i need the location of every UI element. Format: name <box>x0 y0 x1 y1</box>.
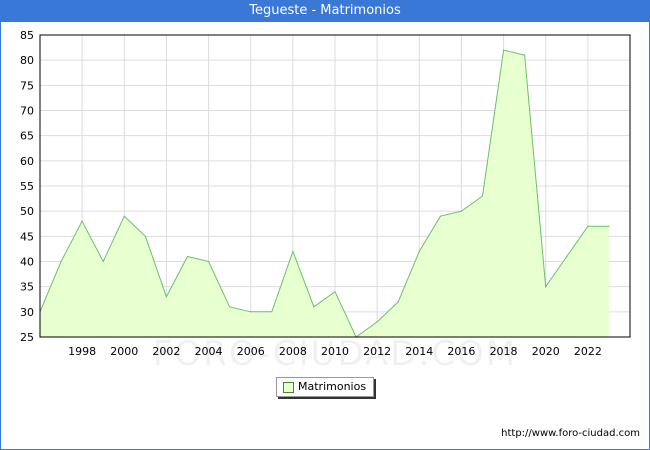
y-tick-label: 65 <box>20 130 34 143</box>
data-point <box>144 235 146 237</box>
source-url: http://www.foro-ciudad.com <box>501 428 640 439</box>
data-point <box>165 296 168 298</box>
data-point <box>566 255 568 258</box>
data-point <box>81 220 83 222</box>
x-tick-label: 1998 <box>68 345 96 358</box>
x-tick-label: 2004 <box>195 345 223 358</box>
data-point <box>123 215 125 217</box>
legend-swatch <box>283 382 294 393</box>
x-tick-label: 2010 <box>321 345 349 358</box>
data-point <box>292 250 294 253</box>
y-tick-label: 35 <box>20 281 34 294</box>
y-tick-label: 55 <box>20 180 34 193</box>
y-tick-label: 25 <box>20 331 34 344</box>
data-point <box>502 49 505 51</box>
x-tick-label: 2000 <box>110 345 138 358</box>
x-tick-label: 2002 <box>152 345 180 358</box>
data-point <box>186 255 189 258</box>
x-tick-label: 2014 <box>405 345 433 358</box>
data-point <box>460 210 463 212</box>
y-tick-label: 40 <box>20 256 34 269</box>
data-point <box>524 54 526 56</box>
data-point <box>207 260 210 263</box>
x-tick-label: 2018 <box>490 345 518 358</box>
x-tick-label: 2012 <box>363 345 391 358</box>
y-tick-label: 45 <box>20 230 34 243</box>
data-point <box>271 311 273 313</box>
y-tick-label: 75 <box>20 79 34 92</box>
x-tick-label: 2008 <box>279 345 307 358</box>
data-point <box>250 311 252 313</box>
y-tick-label: 30 <box>20 306 34 319</box>
y-tick-label: 50 <box>20 205 34 218</box>
y-tick-label: 60 <box>20 155 34 168</box>
data-point <box>376 321 378 323</box>
x-tick-label: 2020 <box>532 345 560 358</box>
legend: Matrimonios <box>276 377 374 397</box>
data-point <box>608 225 610 227</box>
data-point <box>229 306 231 308</box>
y-tick-label: 70 <box>20 105 34 118</box>
data-point <box>334 291 336 293</box>
legend-label: Matrimonios <box>298 380 367 393</box>
data-point <box>313 306 315 308</box>
data-point <box>418 250 420 253</box>
x-tick-label: 2016 <box>447 345 475 358</box>
x-tick-label: 2022 <box>574 345 602 358</box>
data-point <box>439 215 441 217</box>
data-point <box>481 195 484 197</box>
y-tick-label: 80 <box>20 54 34 67</box>
x-tick-label: 2006 <box>237 345 265 358</box>
y-tick-label: 85 <box>20 29 34 42</box>
data-point <box>545 286 547 288</box>
data-point <box>60 260 62 263</box>
data-point <box>587 225 589 227</box>
data-point <box>397 301 399 303</box>
data-point <box>102 260 104 263</box>
